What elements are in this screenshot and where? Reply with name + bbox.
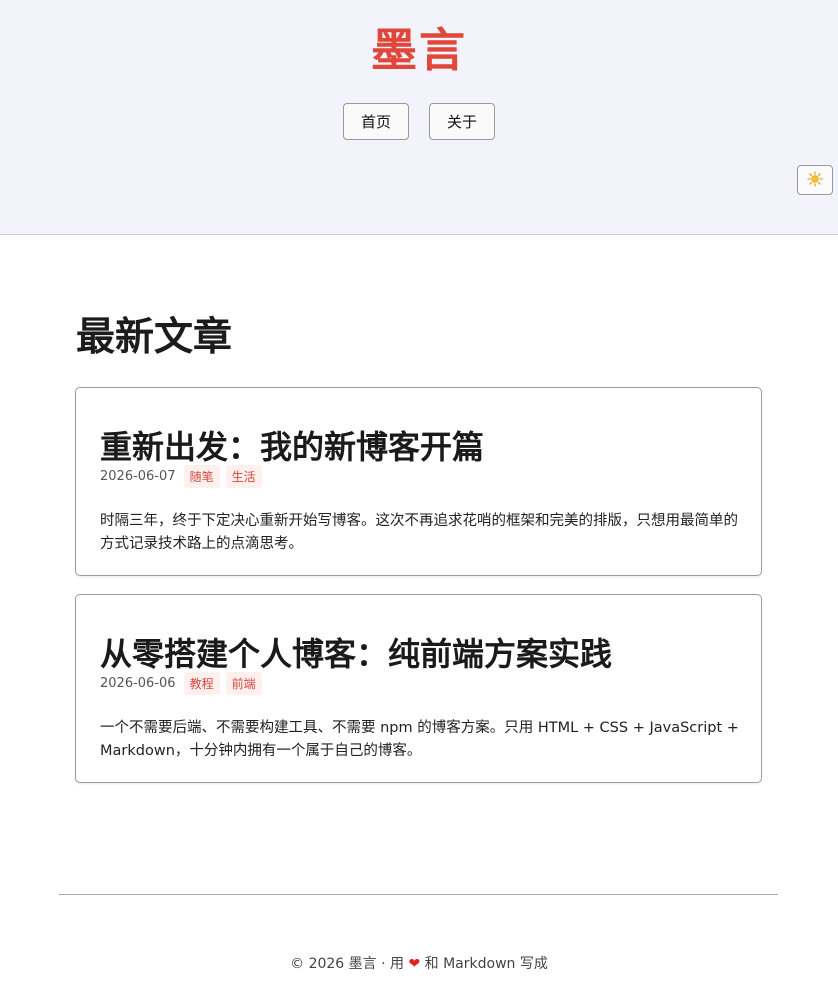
post-date: 2026-06-07 bbox=[100, 469, 176, 484]
theme-toggle-button[interactable] bbox=[797, 165, 833, 195]
post-date: 2026-06-06 bbox=[100, 676, 176, 691]
post-card[interactable]: 从零搭建个人博客：纯前端方案实践 2026-06-06 教程 前端 一个不需要后… bbox=[75, 594, 762, 783]
footer-text-suffix: 和 Markdown 写成 bbox=[420, 956, 548, 972]
site-title[interactable]: 墨言 bbox=[0, 14, 838, 80]
site-footer: © 2026 墨言 · 用 ❤ 和 Markdown 写成 bbox=[0, 953, 838, 973]
nav-about-button[interactable]: 关于 bbox=[429, 103, 495, 140]
post-tag[interactable]: 前端 bbox=[225, 672, 262, 695]
post-tag[interactable]: 教程 bbox=[183, 672, 220, 695]
post-tag[interactable]: 生活 bbox=[225, 465, 262, 488]
post-card[interactable]: 重新出发：我的新博客开篇 2026-06-07 随笔 生活 时隔三年，终于下定决… bbox=[75, 387, 762, 576]
site-header: 墨言 首页 关于 bbox=[0, 0, 838, 235]
post-excerpt: 时隔三年，终于下定决心重新开始写博客。这次不再追求花哨的框架和完美的排版，只想用… bbox=[100, 513, 738, 552]
section-title: 最新文章 bbox=[76, 315, 233, 360]
post-tag[interactable]: 随笔 bbox=[183, 465, 220, 488]
sun-icon bbox=[807, 170, 823, 190]
heart-icon: ❤ bbox=[408, 956, 421, 972]
post-title[interactable]: 重新出发：我的新博客开篇 bbox=[100, 422, 484, 468]
post-excerpt: 一个不需要后端、不需要构建工具、不需要 npm 的博客方案。只用 HTML + … bbox=[100, 720, 739, 759]
post-meta: 2026-06-06 教程 前端 bbox=[100, 672, 262, 695]
footer-text-prefix: © 2026 墨言 · 用 bbox=[290, 956, 409, 972]
nav-home-button[interactable]: 首页 bbox=[343, 103, 409, 140]
footer-divider bbox=[59, 894, 778, 895]
post-meta: 2026-06-07 随笔 生活 bbox=[100, 465, 262, 488]
post-title[interactable]: 从零搭建个人博客：纯前端方案实践 bbox=[100, 629, 612, 675]
main-nav: 首页 关于 bbox=[0, 103, 838, 140]
